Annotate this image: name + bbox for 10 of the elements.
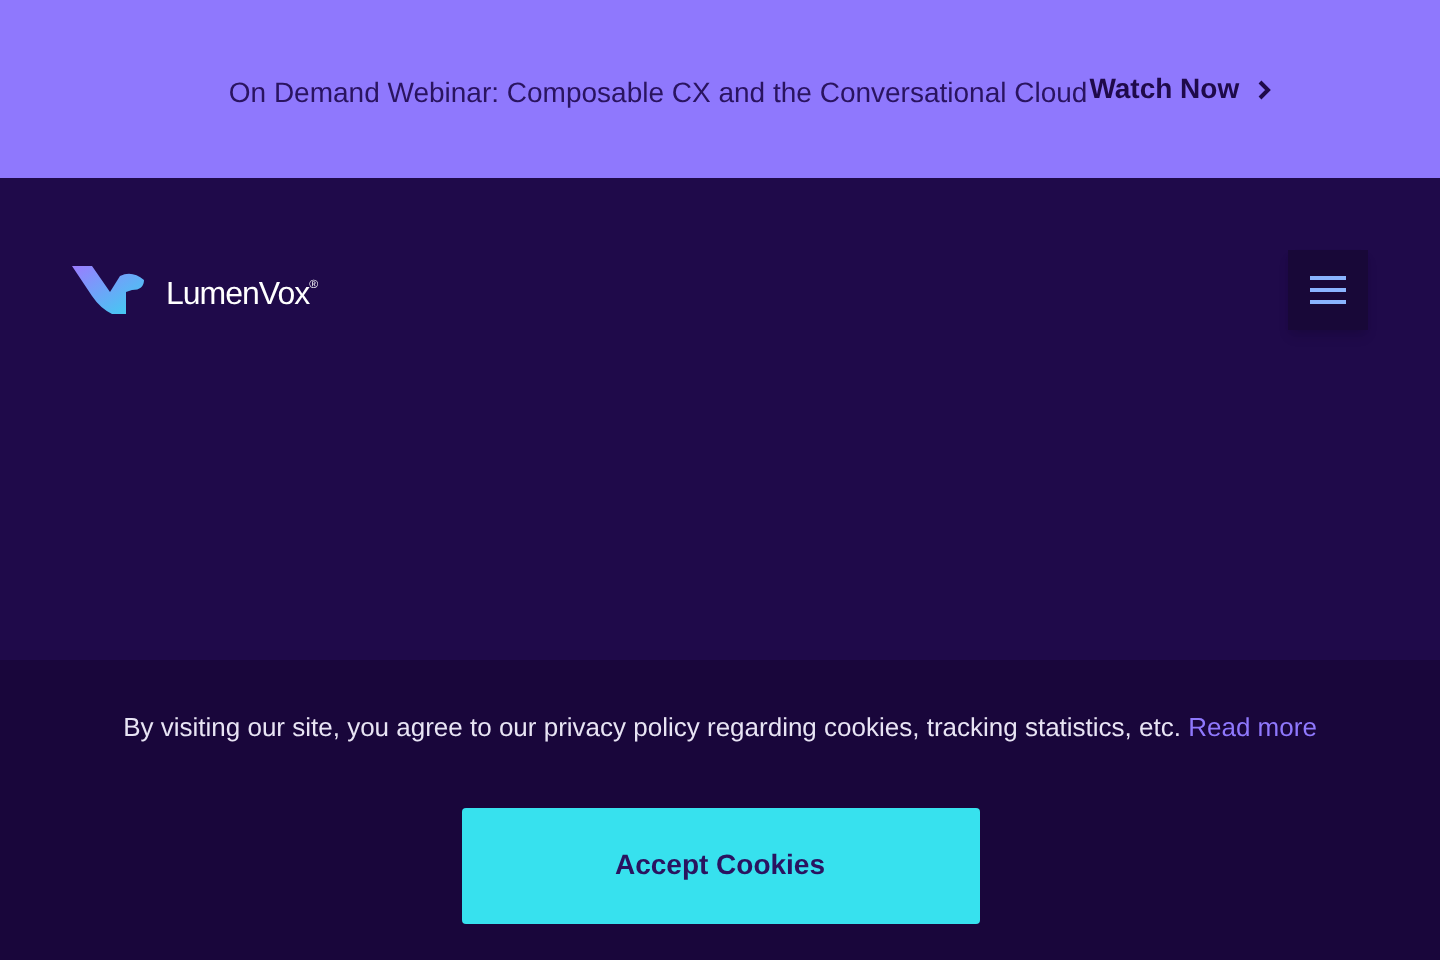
logo-text: LumenVox: [166, 275, 310, 315]
logo-icon: [72, 264, 146, 316]
menu-icon: [1308, 276, 1348, 304]
read-more-link[interactable]: Read more: [1188, 712, 1317, 742]
menu-button[interactable]: [1288, 250, 1368, 330]
watch-now-link[interactable]: Watch Now: [1089, 68, 1272, 110]
accept-cookies-button[interactable]: Accept Cookies: [461, 807, 979, 923]
announcement-text: On Demand Webinar: Composable CX and the Conversational Cloud: [228, 74, 1088, 112]
cookie-notice: By visiting our site, you agree to our privacy policy regarding cookies, tracking statistics, etc. Read more: [123, 710, 1317, 746]
chevron-right-icon: [1255, 79, 1272, 99]
